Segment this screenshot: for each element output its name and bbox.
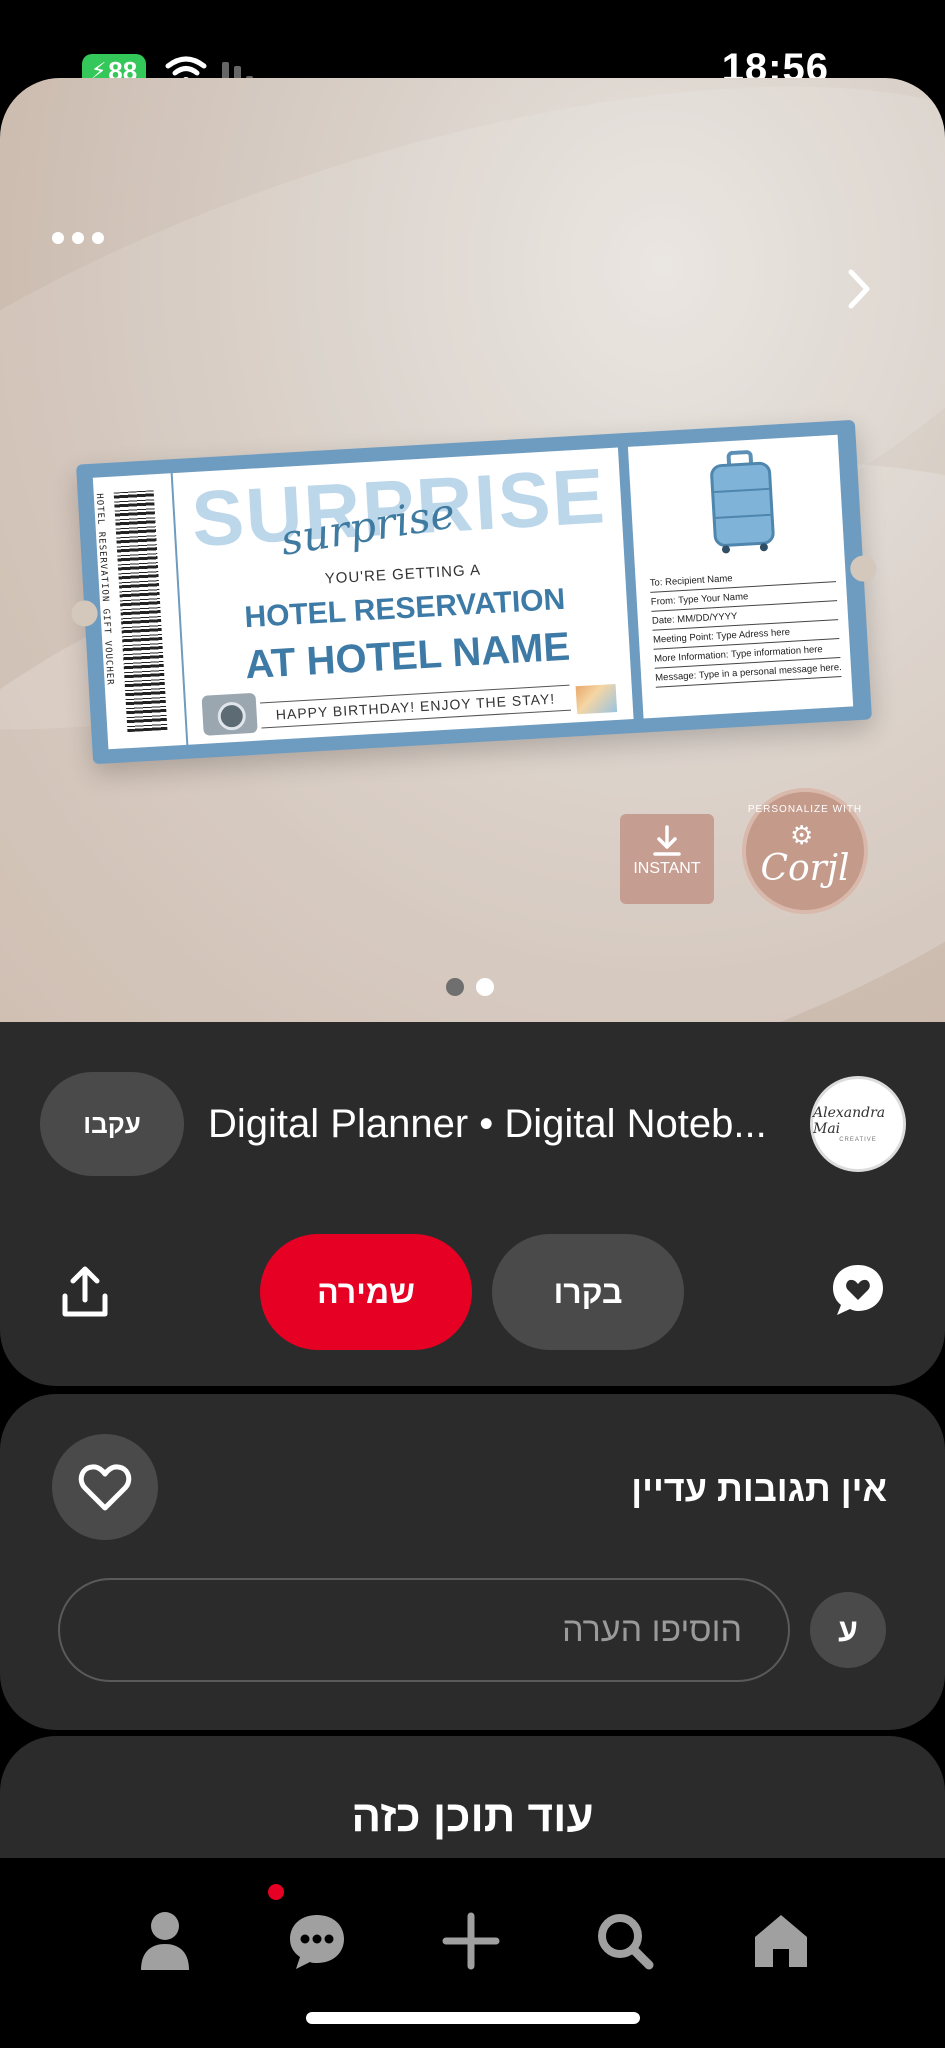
search-icon xyxy=(598,1914,654,1970)
tab-messages[interactable] xyxy=(282,1906,352,1976)
visit-button[interactable]: בקרו xyxy=(492,1234,684,1350)
carousel-indicator xyxy=(446,978,494,996)
corjl-wordmark: Corjl xyxy=(760,848,850,889)
avatar-signature: Alexandra Mai xyxy=(813,1105,886,1137)
add-comment-input[interactable] xyxy=(58,1578,790,1682)
save-button[interactable]: שמירה xyxy=(260,1234,472,1350)
instant-label: INSTANT xyxy=(633,860,701,877)
pin-image[interactable]: HOTEL RESERVATION GIFT VOUCHER SURPRISE … xyxy=(0,78,945,1022)
suitcase-icon xyxy=(710,450,775,554)
home-indicator xyxy=(306,2012,640,2024)
status-bar: ⚡ 88 18:56 xyxy=(0,0,945,90)
more-dot-icon xyxy=(52,232,64,244)
comments-panel: אין תגובות עדיין ע xyxy=(0,1394,945,1730)
download-icon xyxy=(653,825,681,856)
profile-icon xyxy=(141,1912,189,1970)
more-like-this-title: עוד תוכן כזה xyxy=(351,1792,594,1841)
tab-create[interactable] xyxy=(436,1906,506,1976)
gift-ticket: HOTEL RESERVATION GIFT VOUCHER SURPRISE … xyxy=(70,419,878,765)
pin-actions-panel: עקבו Digital Planner • Digital Noteb... … xyxy=(0,1022,945,1386)
tab-search[interactable] xyxy=(590,1906,660,1976)
creator-avatar[interactable]: Alexandra Mai CREATIVE xyxy=(810,1076,906,1172)
heart-icon xyxy=(78,1464,132,1511)
user-avatar[interactable]: ע xyxy=(810,1592,886,1668)
more-options-button[interactable] xyxy=(52,218,112,258)
ticket-fields: To: Recipient Name From: Type Your Name … xyxy=(649,563,842,688)
like-button[interactable] xyxy=(52,1434,158,1540)
share-icon[interactable] xyxy=(60,1266,110,1320)
more-dot-icon xyxy=(72,232,84,244)
map-icon xyxy=(575,684,618,715)
carousel-dot-active xyxy=(476,978,494,996)
corjl-badge: PERSONALIZE WITH ⚙ Corjl xyxy=(742,788,868,914)
creator-name[interactable]: Digital Planner • Digital Noteb... xyxy=(208,1102,788,1147)
chevron-right-icon[interactable] xyxy=(839,264,879,314)
tab-home[interactable] xyxy=(746,1906,816,1976)
ticket-notch xyxy=(70,599,99,628)
carousel-dot xyxy=(446,978,464,996)
corjl-ring-text: PERSONALIZE WITH xyxy=(747,804,863,815)
no-comments-label: אין תגובות עדיין xyxy=(631,1468,887,1509)
gear-icon: ⚙ xyxy=(790,820,814,850)
plus-icon xyxy=(442,1912,500,1970)
comment-icon[interactable] xyxy=(830,1262,886,1318)
camera-icon xyxy=(201,692,258,736)
avatar-subtitle: CREATIVE xyxy=(839,1137,877,1143)
instant-download-badge: INSTANT xyxy=(620,814,714,904)
notification-dot xyxy=(268,1884,284,1900)
more-dot-icon xyxy=(92,232,104,244)
follow-button[interactable]: עקבו xyxy=(40,1072,184,1176)
tab-profile[interactable] xyxy=(130,1906,200,1976)
home-icon xyxy=(755,1915,807,1967)
messages-icon xyxy=(290,1915,344,1969)
